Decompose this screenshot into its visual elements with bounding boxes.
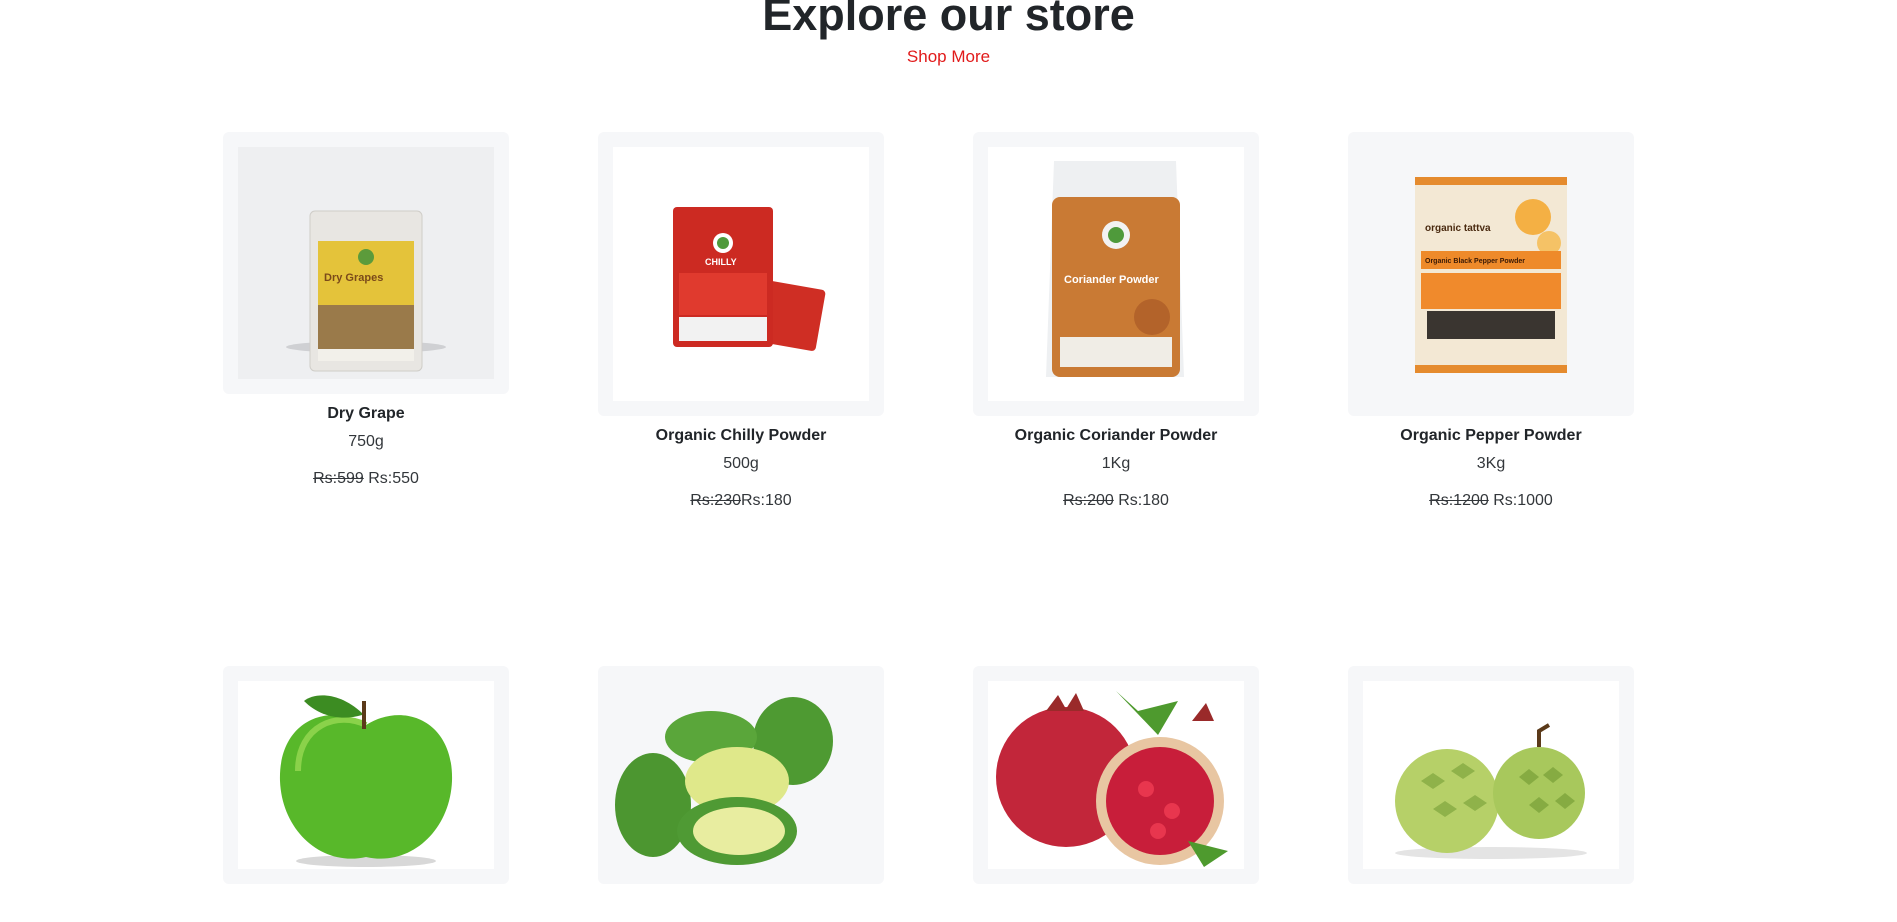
product-card[interactable] <box>1348 666 1634 884</box>
product-price: Rs:599 Rs:550 <box>223 468 509 490</box>
shop-more-link[interactable]: Shop More <box>0 45 1897 69</box>
custard-apple-image <box>1363 681 1619 869</box>
product-price: Rs:230Rs:180 <box>598 490 884 512</box>
pomegranate-image <box>988 681 1244 869</box>
section-title: Explore our store <box>762 0 1135 40</box>
product-image-frame[interactable]: Dry Grapes <box>223 132 509 394</box>
coriander-pack-label: Coriander Powder <box>1064 274 1159 286</box>
coriander-powder-image: Coriander Powder <box>988 147 1244 401</box>
grape-pack-label: Dry Grapes <box>324 272 383 284</box>
product-weight: 750g <box>348 433 384 450</box>
product-card[interactable] <box>223 666 509 884</box>
product-card[interactable] <box>973 666 1259 884</box>
product-weight: 500g <box>723 455 759 472</box>
current-price: Rs:180 <box>1118 492 1169 509</box>
product-weight: 1Kg <box>1101 455 1131 472</box>
old-price: Rs:230 <box>690 492 741 509</box>
current-price: Rs:550 <box>368 470 419 487</box>
old-price: Rs:200 <box>1063 492 1114 509</box>
pepper-powder-image: organic tattva Organic Black Pepper Powd… <box>1363 147 1619 401</box>
pepper-pack-label: Organic Black Pepper Powder <box>1425 258 1525 265</box>
store-page: Explore our store Shop More Dry Grapes D… <box>0 0 1897 922</box>
chilly-powder-image: CHILLY <box>613 147 869 401</box>
old-price: Rs:1200 <box>1429 492 1489 509</box>
product-card[interactable]: organic tattva Organic Black Pepper Powd… <box>1348 132 1634 512</box>
pepper-brand-label: organic tattva <box>1425 223 1491 234</box>
current-price: Rs:1000 <box>1493 492 1553 509</box>
product-image-frame[interactable] <box>973 666 1259 884</box>
product-price: Rs:200 Rs:180 <box>973 490 1259 512</box>
product-card[interactable] <box>598 666 884 884</box>
product-weight: 3Kg <box>1476 455 1506 472</box>
product-name[interactable]: Dry Grape <box>223 403 509 425</box>
dry-grape-image: Dry Grapes <box>238 147 494 379</box>
green-apple-image <box>238 681 494 869</box>
product-image-frame[interactable]: CHILLY <box>598 132 884 416</box>
product-image-frame[interactable]: Coriander Powder <box>973 132 1259 416</box>
product-image-frame[interactable]: organic tattva Organic Black Pepper Powd… <box>1348 132 1634 416</box>
current-price: Rs:180 <box>741 492 792 509</box>
product-card[interactable]: Dry Grapes Dry Grape 750g Rs:599 Rs:550 <box>223 132 509 490</box>
product-card[interactable]: CHILLY Organic Chilly Powder 500g Rs:230… <box>598 132 884 512</box>
chilly-pack-label: CHILLY <box>705 257 737 267</box>
old-price: Rs:599 <box>313 470 364 487</box>
product-price: Rs:1200 Rs:1000 <box>1348 490 1634 512</box>
product-image-frame[interactable] <box>598 666 884 884</box>
product-name[interactable]: Organic Pepper Powder <box>1348 425 1634 447</box>
product-image-frame[interactable] <box>223 666 509 884</box>
product-image-frame[interactable] <box>1348 666 1634 884</box>
product-name[interactable]: Organic Chilly Powder <box>598 425 884 447</box>
product-name[interactable]: Organic Coriander Powder <box>973 425 1259 447</box>
green-mango-image <box>613 681 869 869</box>
product-card[interactable]: Coriander Powder Organic Coriander Powde… <box>973 132 1259 512</box>
